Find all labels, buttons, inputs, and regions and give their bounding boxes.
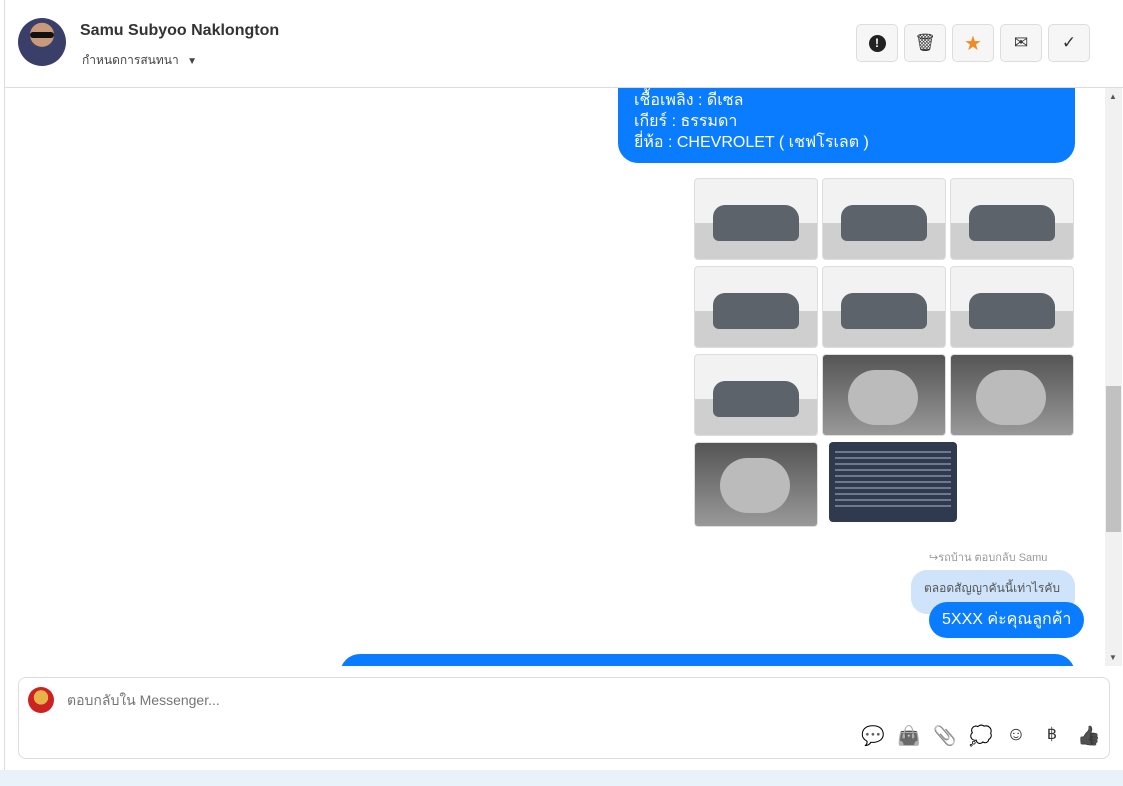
message-line: ยี่ห้อ : CHEVROLET ( เชฟโรเลต ) <box>634 134 869 151</box>
car-photo[interactable] <box>694 354 818 436</box>
conversation-header: Samu Subyoo Naklongton กำหนดการสนทนา ▼ !… <box>5 0 1123 88</box>
attachment-icon[interactable]: 📎 <box>933 724 957 748</box>
message-bubble-partial <box>340 654 1075 666</box>
conversation-panel: Samu Subyoo Naklongton กำหนดการสนทนา ▼ !… <box>4 0 1123 770</box>
shop-bag-icon[interactable]: 👜 <box>897 724 921 748</box>
emoji-icon[interactable]: ☺ <box>1005 724 1027 748</box>
star-icon: ★ <box>964 32 982 55</box>
car-photo[interactable] <box>694 178 818 260</box>
report-button[interactable]: ! <box>856 24 898 62</box>
car-photo[interactable] <box>950 266 1074 348</box>
chat-dots-icon[interactable]: 💭 <box>969 724 993 748</box>
car-photo[interactable] <box>822 354 946 436</box>
composer: 💬 👜 📎 💭 ☺ ฿ 👍 <box>18 677 1110 759</box>
like-icon[interactable]: 👍 <box>1077 724 1101 748</box>
check-icon: ✓ <box>1061 33 1077 52</box>
message-bubble-car-info: เชื้อเพลิง : ดีเซล เกียร์ : ธรรมดา ยี่ห้… <box>618 88 1075 163</box>
message-line: เกียร์ : ธรรมดา <box>634 113 738 130</box>
trash-icon: 🗑 <box>914 33 936 52</box>
done-button[interactable]: ✓ <box>1048 24 1090 62</box>
baht-icon[interactable]: ฿ <box>1041 724 1063 748</box>
reply-note: ↪รถบ้าน ตอบกลับ Samu <box>929 552 1048 564</box>
car-photo[interactable] <box>694 266 818 348</box>
page-avatar <box>28 687 54 713</box>
contact-name[interactable]: Samu Subyoo Naklongton <box>80 22 279 40</box>
scrollbar-thumb[interactable] <box>1106 386 1121 532</box>
mail-icon: ✉ <box>1013 33 1029 52</box>
message-bubble-reply: 5XXX ค่ะคุณลูกค้า <box>929 602 1085 638</box>
message-list: เชื้อเพลิง : ดีเซล เกียร์ : ธรรมดา ยี่ห้… <box>5 88 1123 666</box>
car-photo[interactable] <box>822 178 946 260</box>
scroll-up-icon[interactable]: ▲ <box>1109 92 1117 101</box>
scroll-down-icon[interactable]: ▼ <box>1109 653 1117 662</box>
alert-icon: ! <box>868 34 886 52</box>
avatar[interactable] <box>18 18 66 66</box>
delete-button[interactable]: 🗑 <box>904 24 946 62</box>
car-photo[interactable] <box>950 178 1074 260</box>
scrollbar[interactable]: ▲ ▼ <box>1105 88 1122 666</box>
star-button[interactable]: ★ <box>952 24 994 62</box>
message-line: เชื้อเพลิง : ดีเซล <box>634 92 744 109</box>
message-input[interactable] <box>67 692 767 708</box>
car-photo[interactable] <box>822 266 946 348</box>
bottom-bar <box>0 770 1123 786</box>
caret-down-icon: ▼ <box>187 56 197 67</box>
dropdown-label: กำหนดการสนทนา <box>82 53 179 67</box>
conversation-settings-dropdown[interactable]: กำหนดการสนทนา ▼ <box>82 51 197 70</box>
mail-button[interactable]: ✉ <box>1000 24 1042 62</box>
car-photo[interactable] <box>950 354 1074 436</box>
saved-reply-icon[interactable]: 💬 <box>861 724 885 748</box>
spec-sheet-image[interactable] <box>829 442 957 522</box>
car-photo[interactable] <box>694 442 818 527</box>
